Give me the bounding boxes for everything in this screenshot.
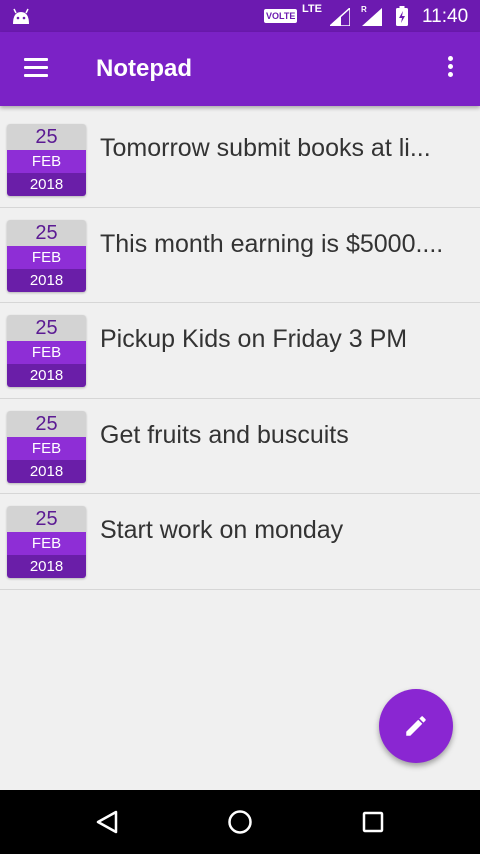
note-item[interactable]: 25 FEB 2018 This month earning is $5000.…	[0, 208, 480, 303]
note-title: Start work on monday	[100, 516, 344, 544]
date-day: 25	[7, 410, 86, 437]
android-notification-icon	[13, 8, 29, 24]
date-month: FEB	[7, 341, 86, 364]
note-item[interactable]: 25 FEB 2018 Tomorrow submit books at li.…	[0, 112, 480, 208]
volte-badge: VOLTE	[264, 9, 298, 23]
note-title: This month earning is $5000....	[100, 229, 444, 258]
date-day: 25	[7, 219, 86, 246]
date-badge: 25 FEB 2018	[7, 410, 86, 483]
app-toolbar: Notepad	[0, 32, 480, 106]
date-month: FEB	[7, 245, 86, 269]
signal-roaming-icon	[362, 8, 382, 26]
date-year: 2018	[7, 173, 86, 196]
date-year: 2018	[7, 268, 86, 292]
app-title: Notepad	[96, 55, 192, 82]
date-month: FEB	[7, 532, 86, 555]
date-day: 25	[7, 124, 86, 150]
note-title: Get fruits and buscuits	[100, 420, 349, 449]
new-note-fab-button[interactable]	[379, 689, 453, 763]
hamburger-menu-icon[interactable]	[24, 58, 50, 80]
date-day: 25	[7, 506, 86, 532]
date-year: 2018	[7, 364, 86, 387]
date-day: 25	[7, 315, 86, 341]
date-year: 2018	[7, 459, 86, 483]
note-item[interactable]: 25 FEB 2018 Pickup Kids on Friday 3 PM	[0, 303, 480, 399]
lte-indicator: LTE	[302, 3, 322, 15]
battery-charging-icon	[396, 6, 408, 26]
date-month: FEB	[7, 436, 86, 460]
signal-icon	[330, 8, 350, 26]
clock: 11:40	[422, 6, 469, 27]
note-title: Pickup Kids on Friday 3 PM	[100, 325, 408, 353]
date-month: FEB	[7, 150, 86, 173]
date-year: 2018	[7, 555, 86, 578]
recents-icon[interactable]	[362, 811, 384, 833]
status-bar: VOLTE LTE R 11:40	[0, 0, 480, 32]
notes-list: 25 FEB 2018 Tomorrow submit books at li.…	[0, 112, 480, 590]
date-badge: 25 FEB 2018	[7, 315, 86, 387]
date-badge: 25 FEB 2018	[7, 219, 86, 292]
note-item[interactable]: 25 FEB 2018 Get fruits and buscuits	[0, 399, 480, 494]
system-nav-bar	[0, 790, 480, 854]
date-badge: 25 FEB 2018	[7, 124, 86, 196]
edit-pencil-icon	[406, 716, 426, 736]
back-icon[interactable]	[94, 809, 120, 835]
home-icon[interactable]	[227, 809, 253, 835]
note-item[interactable]: 25 FEB 2018 Start work on monday	[0, 494, 480, 590]
date-badge: 25 FEB 2018	[7, 506, 86, 578]
more-vert-icon[interactable]	[440, 56, 460, 84]
note-title: Tomorrow submit books at li...	[100, 134, 431, 162]
